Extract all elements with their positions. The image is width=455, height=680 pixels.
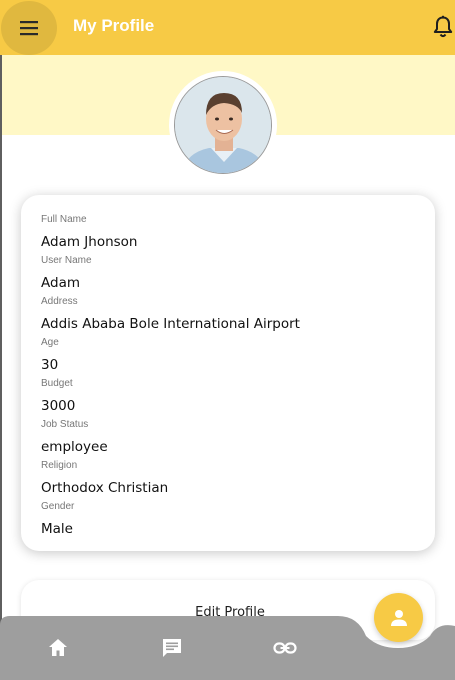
nav-links[interactable] (272, 635, 298, 661)
person-icon (390, 609, 407, 626)
nav-messages[interactable] (159, 635, 185, 661)
nav-home[interactable] (45, 635, 71, 661)
field-value: Addis Ababa Bole International Airport (41, 316, 300, 332)
field-value: Male (41, 521, 73, 537)
field-value: 3000 (41, 398, 76, 414)
field-label: Full Name (41, 214, 87, 225)
field-label: Gender (41, 501, 75, 512)
field-religion: Religion Orthodox Christian (41, 459, 168, 499)
field-label: Age (41, 337, 59, 348)
field-label: Job Status (41, 419, 89, 430)
menu-icon (20, 21, 38, 36)
profile-fab[interactable] (374, 593, 423, 642)
field-budget: Budget 3000 (41, 377, 75, 417)
field-value: Adam Jhonson (41, 234, 138, 250)
field-label: Religion (41, 460, 78, 471)
page-title: My Profile (73, 16, 155, 35)
field-user-name: User Name Adam (41, 254, 92, 294)
menu-button[interactable] (1, 1, 57, 55)
profile-photo (175, 77, 271, 173)
field-address: Address Addis Ababa Bole International A… (41, 295, 300, 335)
field-age: Age 30 (41, 336, 59, 376)
bell-icon (433, 15, 453, 38)
field-gender: Gender Male (41, 500, 74, 540)
field-value: employee (41, 439, 108, 455)
field-value: 30 (41, 357, 59, 373)
field-value: Adam (41, 275, 80, 291)
field-job-status: Job Status employee (41, 418, 108, 458)
avatar[interactable] (174, 76, 272, 174)
field-label: Budget (41, 378, 73, 389)
home-icon (49, 639, 67, 656)
chat-icon (163, 639, 181, 657)
app-bar: My Profile (0, 0, 455, 55)
link-icon (273, 642, 297, 654)
field-value: Orthodox Christian (41, 480, 169, 496)
notification-button[interactable] (432, 15, 454, 39)
field-label: User Name (41, 255, 92, 266)
field-full-name: Full Name Adam Jhonson (41, 213, 137, 253)
profile-details-card: Full Name Adam Jhonson User Name Adam Ad… (21, 195, 435, 551)
field-label: Address (41, 296, 78, 307)
